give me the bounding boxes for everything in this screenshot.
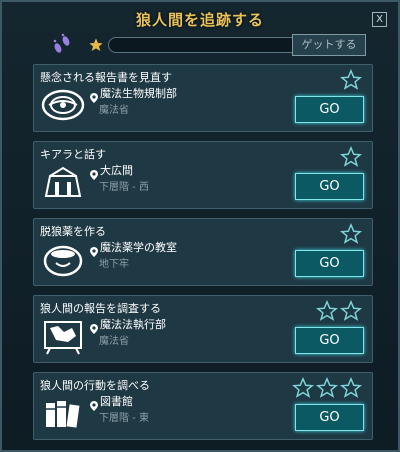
quest-location: 魔法薬学の教室 bbox=[100, 241, 177, 254]
quest-card: 脱狼薬を作る魔法薬学の教室 地下牢 GO bbox=[33, 218, 373, 286]
go-button[interactable]: GO bbox=[295, 327, 364, 354]
difficulty-stars bbox=[315, 299, 363, 322]
quest-window: 狼人間を追跡する X ゲットする 懸念される報告書を見直す魔法生物規制部 魔法省 G… bbox=[0, 0, 400, 452]
difficulty-stars bbox=[291, 376, 363, 399]
go-button[interactable]: GO bbox=[295, 250, 364, 277]
go-button[interactable]: GO bbox=[295, 404, 364, 431]
location-pin-icon bbox=[90, 319, 98, 334]
quest-sublocation: 下層階 - 西 bbox=[99, 182, 149, 193]
star-outline-icon bbox=[315, 299, 339, 322]
quest-card: 懸念される報告書を見直す魔法生物規制部 魔法省 GO bbox=[33, 64, 373, 132]
quest-title: 狼人間の報告を調査する bbox=[40, 302, 161, 315]
window-title: 狼人間を追跡する bbox=[135, 11, 264, 29]
paw-prints-icon bbox=[53, 33, 70, 53]
quest-card: 狼人間の報告を調査する魔法法執行部 魔法省 GO bbox=[33, 295, 373, 363]
quest-card: 狼人間の行動を調べる図書館下層階 - 東 GO bbox=[33, 372, 373, 440]
star-icon bbox=[89, 38, 103, 51]
go-button[interactable]: GO bbox=[295, 173, 364, 200]
star-outline-icon bbox=[339, 222, 363, 245]
quest-location: 図書館 bbox=[100, 395, 133, 408]
difficulty-stars bbox=[339, 68, 363, 91]
quest-title: キアラと話す bbox=[40, 148, 106, 161]
star-outline-icon bbox=[339, 299, 363, 322]
progress-bar-area: ゲットする bbox=[46, 30, 370, 60]
cauldron-icon bbox=[40, 239, 86, 279]
great-hall-icon bbox=[40, 162, 86, 202]
difficulty-stars bbox=[339, 222, 363, 245]
location-pin-icon bbox=[90, 396, 98, 411]
star-outline-icon bbox=[315, 376, 339, 399]
quest-title: 狼人間の行動を調べる bbox=[40, 379, 150, 392]
quest-sublocation: 地下牢 bbox=[99, 259, 129, 270]
location-pin-icon bbox=[90, 242, 98, 257]
difficulty-stars bbox=[339, 145, 363, 168]
quest-location: 魔法生物規制部 bbox=[100, 87, 177, 100]
star-outline-icon bbox=[291, 376, 315, 399]
quest-sublocation: 魔法省 bbox=[99, 105, 129, 116]
location-pin-icon bbox=[90, 165, 98, 180]
quest-title: 懸念される報告書を見直す bbox=[40, 71, 172, 84]
map-board-icon bbox=[40, 316, 86, 356]
quest-sublocation: 魔法省 bbox=[99, 336, 129, 347]
get-button[interactable]: ゲットする bbox=[292, 34, 366, 56]
quest-sublocation: 下層階 - 東 bbox=[99, 413, 149, 424]
star-outline-icon bbox=[339, 68, 363, 91]
books-icon bbox=[40, 393, 86, 433]
quest-card: キアラと話す大広間下層階 - 西 GO bbox=[33, 141, 373, 209]
location-pin-icon bbox=[90, 88, 98, 103]
quest-title: 脱狼薬を作る bbox=[40, 225, 106, 238]
quest-location: 大広間 bbox=[100, 164, 133, 177]
star-outline-icon bbox=[339, 376, 363, 399]
quest-location: 魔法法執行部 bbox=[100, 318, 166, 331]
ministry-seal-icon bbox=[40, 85, 86, 125]
close-button[interactable]: X bbox=[372, 12, 387, 27]
star-outline-icon bbox=[339, 145, 363, 168]
go-button[interactable]: GO bbox=[295, 96, 364, 123]
